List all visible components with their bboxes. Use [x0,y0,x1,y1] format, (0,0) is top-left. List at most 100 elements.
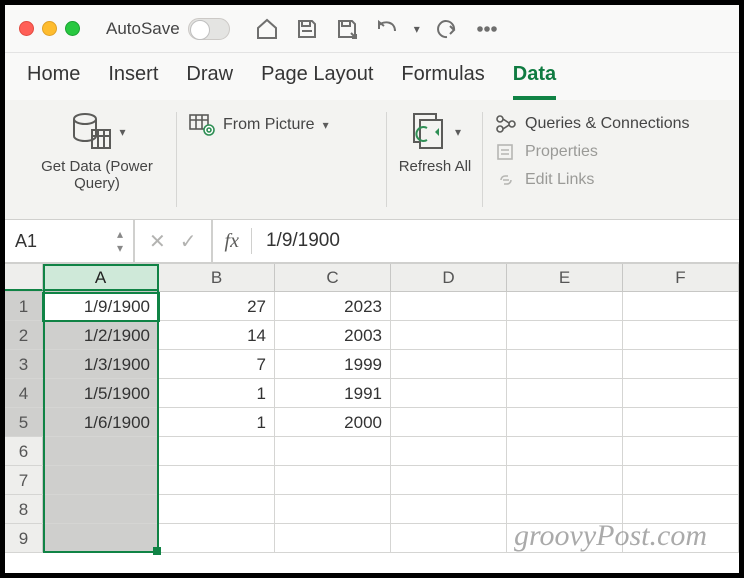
row-header[interactable]: 4 [5,379,43,407]
save-icon[interactable] [294,16,320,42]
row-header[interactable]: 2 [5,321,43,349]
cell[interactable] [159,495,275,523]
home-icon[interactable] [254,16,280,42]
cell[interactable] [275,524,391,552]
cell[interactable] [507,321,623,349]
cell[interactable] [507,437,623,465]
tab-formulas[interactable]: Formulas [401,63,484,100]
from-picture-button[interactable]: From Picture ▾ [187,110,331,140]
connections-icon [495,114,517,134]
col-header-b[interactable]: B [159,264,275,291]
cell[interactable] [391,466,507,494]
cell[interactable] [391,495,507,523]
cell[interactable] [623,379,739,407]
more-icon[interactable] [474,16,500,42]
tab-home[interactable]: Home [27,63,80,100]
cell[interactable] [159,437,275,465]
cell[interactable] [623,321,739,349]
col-header-c[interactable]: C [275,264,391,291]
properties-label: Properties [525,143,598,161]
cell[interactable]: 1/2/1900 [43,321,159,349]
refresh-all-button[interactable]: ▾ Refresh All [399,110,472,175]
col-header-a[interactable]: A [43,264,159,291]
confirm-icon[interactable]: ✓ [180,229,197,254]
row-header[interactable]: 1 [5,292,43,320]
cell[interactable]: 7 [159,350,275,378]
tab-draw[interactable]: Draw [186,63,233,100]
autosave-toggle[interactable] [188,18,230,40]
row-header[interactable]: 6 [5,437,43,465]
cell[interactable]: 2003 [275,321,391,349]
cell[interactable] [623,408,739,436]
undo-dropdown-icon[interactable]: ▾ [414,22,420,36]
cell[interactable]: 1/5/1900 [43,379,159,407]
cell[interactable]: 1 [159,408,275,436]
name-box[interactable]: A1 ▴▾ [5,220,135,262]
tab-insert[interactable]: Insert [108,63,158,100]
cell[interactable] [43,437,159,465]
ribbon-group-from-picture: From Picture ▾ [177,104,387,215]
cell[interactable] [275,495,391,523]
cell[interactable] [507,350,623,378]
close-window-button[interactable] [19,21,34,36]
cell[interactable] [391,350,507,378]
col-header-d[interactable]: D [391,264,507,291]
cell[interactable] [507,292,623,320]
cell[interactable]: 1999 [275,350,391,378]
col-header-e[interactable]: E [507,264,623,291]
redo-icon[interactable] [434,16,460,42]
cell[interactable]: 2000 [275,408,391,436]
cell[interactable]: 27 [159,292,275,320]
formula-input[interactable]: 1/9/1900 [252,230,340,252]
cell[interactable] [507,379,623,407]
cell[interactable] [159,466,275,494]
grid-row: 41/5/190011991 [5,379,739,408]
cell[interactable]: 1/6/1900 [43,408,159,436]
cell[interactable]: 1991 [275,379,391,407]
get-data-button[interactable]: ▾ Get Data (Power Query) [27,110,167,192]
cell[interactable]: 1/9/1900 [43,292,159,320]
row-header[interactable]: 3 [5,350,43,378]
cell[interactable] [43,466,159,494]
tab-page-layout[interactable]: Page Layout [261,63,373,100]
autosave-control[interactable]: AutoSave [106,18,230,40]
cell[interactable] [507,408,623,436]
cell[interactable]: 14 [159,321,275,349]
fx-label[interactable]: fx [213,230,251,253]
cancel-icon[interactable]: ✕ [149,229,166,254]
cell[interactable] [275,466,391,494]
cell[interactable] [391,379,507,407]
save-as-icon[interactable] [334,16,360,42]
cell[interactable] [623,466,739,494]
cell[interactable] [623,437,739,465]
cell[interactable]: 1/3/1900 [43,350,159,378]
maximize-window-button[interactable] [65,21,80,36]
row-header[interactable]: 9 [5,524,43,552]
minimize-window-button[interactable] [42,21,57,36]
cell[interactable] [623,350,739,378]
cell[interactable] [391,321,507,349]
row-header[interactable]: 8 [5,495,43,523]
row-header[interactable]: 7 [5,466,43,494]
cell[interactable] [391,292,507,320]
undo-icon[interactable] [374,16,400,42]
select-all-corner[interactable] [5,264,43,291]
cell[interactable] [391,437,507,465]
cell[interactable] [391,524,507,552]
cell[interactable] [391,408,507,436]
row-header[interactable]: 5 [5,408,43,436]
name-box-stepper[interactable]: ▴▾ [117,227,123,255]
cell[interactable] [507,466,623,494]
queries-connections-button[interactable]: Queries & Connections [493,110,692,138]
cell[interactable] [623,292,739,320]
formula-bar: A1 ▴▾ ✕ ✓ fx 1/9/1900 [5,220,739,264]
cell[interactable] [159,524,275,552]
cell[interactable] [43,495,159,523]
cell[interactable] [275,437,391,465]
watermark: groovyPost.com [514,519,707,553]
tab-data[interactable]: Data [513,63,556,100]
col-header-f[interactable]: F [623,264,739,291]
cell[interactable]: 1 [159,379,275,407]
cell[interactable]: 2023 [275,292,391,320]
cell[interactable] [43,524,159,552]
